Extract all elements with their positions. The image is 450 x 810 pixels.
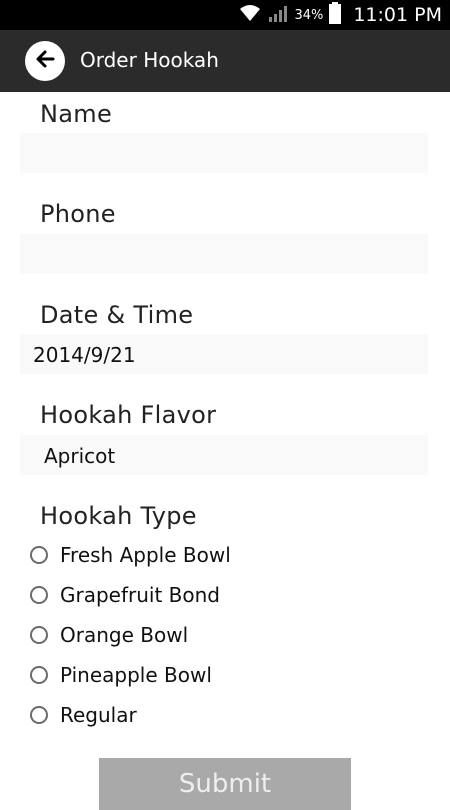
type-label: Hookah Type (40, 502, 197, 530)
flavor-field[interactable]: Apricot (20, 435, 428, 475)
wifi-icon (238, 3, 262, 27)
datetime-value: 2014/9/21 (33, 343, 136, 367)
datetime-label: Date & Time (40, 301, 194, 329)
page-title: Order Hookah (80, 48, 219, 72)
radio-label: Regular (60, 703, 137, 727)
radio-option-regular[interactable]: Regular (30, 700, 137, 730)
signal-icon (268, 3, 288, 27)
name-field[interactable] (20, 133, 428, 173)
datetime-field[interactable]: 2014/9/21 (20, 334, 428, 374)
status-time: 11:01 PM (353, 4, 442, 26)
submit-button[interactable]: Submit (99, 758, 351, 810)
radio-label: Pineapple Bowl (60, 663, 212, 687)
status-icons: 34% 11:01 PM (238, 0, 442, 30)
radio-button-icon[interactable] (30, 666, 48, 684)
radio-label: Grapefruit Bond (60, 583, 220, 607)
radio-label: Fresh Apple Bowl (60, 543, 231, 567)
phone-label: Phone (40, 200, 116, 228)
radio-button-icon[interactable] (30, 626, 48, 644)
battery-icon (329, 2, 342, 28)
flavor-value: Apricot (44, 444, 116, 468)
flavor-label: Hookah Flavor (40, 401, 217, 429)
back-arrow-icon (34, 48, 56, 74)
radio-option-fresh-apple-bowl[interactable]: Fresh Apple Bowl (30, 540, 231, 570)
app-bar: Order Hookah (0, 30, 450, 92)
back-button[interactable] (25, 41, 65, 81)
radio-label: Orange Bowl (60, 623, 189, 647)
name-label: Name (40, 100, 113, 128)
radio-option-grapefruit-bond[interactable]: Grapefruit Bond (30, 580, 220, 610)
radio-button-icon[interactable] (30, 586, 48, 604)
radio-button-icon[interactable] (30, 706, 48, 724)
status-bar: 34% 11:01 PM (0, 0, 450, 30)
phone-field[interactable] (20, 234, 428, 274)
battery-percent: 34% (294, 7, 324, 23)
radio-button-icon[interactable] (30, 546, 48, 564)
radio-option-pineapple-bowl[interactable]: Pineapple Bowl (30, 660, 212, 690)
radio-option-orange-bowl[interactable]: Orange Bowl (30, 620, 188, 650)
